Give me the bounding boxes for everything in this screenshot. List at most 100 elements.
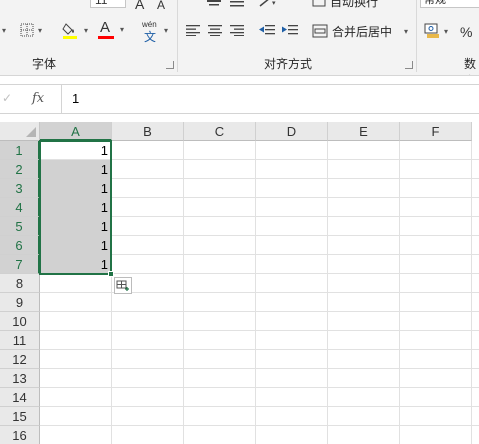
gridline-horizontal	[40, 368, 479, 369]
column-header-a[interactable]: A	[40, 122, 112, 141]
cell-a4[interactable]: 1	[40, 198, 111, 217]
gridline-horizontal	[40, 425, 479, 426]
chevron-down-icon[interactable]: ▾	[2, 26, 6, 35]
cell-a7[interactable]: 1	[40, 255, 111, 274]
text-orientation-icon: ▾	[259, 0, 276, 7]
font-color-button[interactable]: A ▾	[98, 19, 132, 40]
row-header-14[interactable]: 14	[0, 388, 40, 407]
select-all-icon	[26, 127, 36, 137]
row-header-16[interactable]: 16	[0, 426, 40, 444]
accounting-format-button[interactable]: ▾	[424, 22, 454, 40]
fill-color-button[interactable]: ▾	[62, 20, 96, 40]
align-top-icon	[207, 0, 221, 6]
font-shrink-button[interactable]: A	[157, 0, 165, 12]
decrease-indent-button[interactable]	[259, 24, 275, 39]
merge-cells-icon	[312, 24, 328, 38]
svg-text:▾: ▾	[444, 27, 448, 36]
cell-a5[interactable]: 1	[40, 217, 111, 236]
gridline-horizontal	[40, 311, 479, 312]
font-size-value: 11	[95, 0, 108, 7]
column-header-c[interactable]: C	[184, 122, 256, 141]
row-header-4[interactable]: 4	[0, 198, 40, 217]
row-header-11[interactable]: 11	[0, 331, 40, 350]
alignment-dialog-launcher-icon[interactable]	[405, 61, 413, 69]
font-color-bar	[98, 36, 114, 39]
chevron-down-icon: ▾	[164, 26, 169, 35]
row-header-10[interactable]: 10	[0, 312, 40, 331]
borders-icon: ▾	[20, 23, 42, 37]
gridline-horizontal	[40, 330, 479, 331]
font-dialog-launcher-icon[interactable]	[166, 61, 174, 69]
svg-text:▾: ▾	[272, 0, 276, 7]
ribbon-separator	[177, 0, 178, 72]
row-header-7[interactable]: 7	[0, 255, 40, 274]
ribbon: 11 A A ▾ 自动换行 常规 ▾ ▾ ▾ A ▾ wén 文 ▾ 合并后居中…	[0, 0, 479, 76]
gridline-horizontal	[40, 292, 479, 293]
borders-button[interactable]: ▾	[20, 22, 48, 38]
align-left-icon	[186, 25, 200, 36]
column-header-e[interactable]: E	[328, 122, 400, 141]
worksheet-grid[interactable]: A B C D E F 1 2 3 4 5 6 7 8 9 10 11 12 13 14 15 16 1 1 1 1 1 1 1	[0, 122, 479, 444]
column-header-b[interactable]: B	[112, 122, 184, 141]
align-left-button[interactable]	[186, 24, 200, 39]
check-icon[interactable]: ✓	[2, 91, 12, 105]
column-header-d[interactable]: D	[256, 122, 328, 141]
wrap-text-button[interactable]: 自动换行	[312, 0, 378, 9]
number-format-value: 常规	[424, 0, 446, 6]
gridline-horizontal	[40, 387, 479, 388]
align-right-icon	[230, 25, 244, 36]
row-header-5[interactable]: 5	[0, 217, 40, 236]
font-color-label: A	[100, 19, 111, 36]
chevron-down-icon: ▾	[120, 25, 125, 34]
gridline-horizontal	[40, 349, 479, 350]
formula-input[interactable]: 1	[62, 84, 479, 114]
svg-text:▾: ▾	[84, 26, 88, 35]
align-right-button[interactable]	[230, 24, 244, 39]
merge-center-button[interactable]: 合并后居中 ▾	[312, 22, 408, 40]
phonetic-button[interactable]: wén 文 ▾	[140, 20, 172, 44]
svg-text:▾: ▾	[38, 26, 42, 35]
row-header-9[interactable]: 9	[0, 293, 40, 312]
cell-a3[interactable]: 1	[40, 179, 111, 198]
chevron-down-icon[interactable]: ▾	[404, 27, 408, 36]
row-header-8[interactable]: 8	[0, 274, 40, 293]
ribbon-separator	[416, 0, 417, 72]
row-header-1[interactable]: 1	[0, 141, 40, 160]
column-header-f[interactable]: F	[400, 122, 472, 141]
quick-analysis-button[interactable]	[114, 277, 132, 294]
row-header-12[interactable]: 12	[0, 350, 40, 369]
accounting-icon: ▾	[424, 23, 448, 38]
increase-indent-button[interactable]	[282, 24, 298, 39]
percent-button[interactable]: %	[460, 24, 472, 40]
group-label-font: 字体	[32, 57, 57, 71]
group-label-alignment: 对齐方式	[264, 57, 313, 71]
quick-analysis-icon	[116, 280, 129, 291]
align-center-button[interactable]	[208, 24, 222, 39]
row-header-2[interactable]: 2	[0, 160, 40, 179]
formula-bar-controls: ✓ fx	[0, 84, 62, 114]
row-header-3[interactable]: 3	[0, 179, 40, 198]
wrap-text-icon	[312, 0, 326, 7]
gridline-horizontal	[40, 406, 479, 407]
align-center-icon	[208, 25, 222, 36]
row-header-15[interactable]: 15	[0, 407, 40, 426]
cell-a6[interactable]: 1	[40, 236, 111, 255]
align-middle-icon	[230, 1, 244, 7]
cell-a2[interactable]: 1	[40, 160, 111, 179]
fill-color-icon: ▾	[62, 23, 88, 39]
font-size-box[interactable]: 11	[90, 0, 126, 8]
row-header-6[interactable]: 6	[0, 236, 40, 255]
orientation-button[interactable]: ▾	[258, 0, 284, 8]
align-top-button[interactable]	[206, 0, 222, 8]
font-grow-button[interactable]: A	[135, 0, 144, 12]
align-middle-button[interactable]	[229, 0, 245, 8]
decrease-indent-icon	[259, 25, 275, 35]
row-header-13[interactable]: 13	[0, 369, 40, 388]
group-label-number: 数字	[464, 57, 477, 75]
fx-button[interactable]: fx	[32, 91, 44, 106]
increase-indent-icon	[282, 25, 298, 35]
cell-a1[interactable]: 1	[40, 141, 111, 160]
select-all-button[interactable]	[0, 122, 40, 141]
number-format-box[interactable]: 常规	[420, 0, 479, 8]
merge-center-label: 合并后居中	[332, 24, 393, 39]
